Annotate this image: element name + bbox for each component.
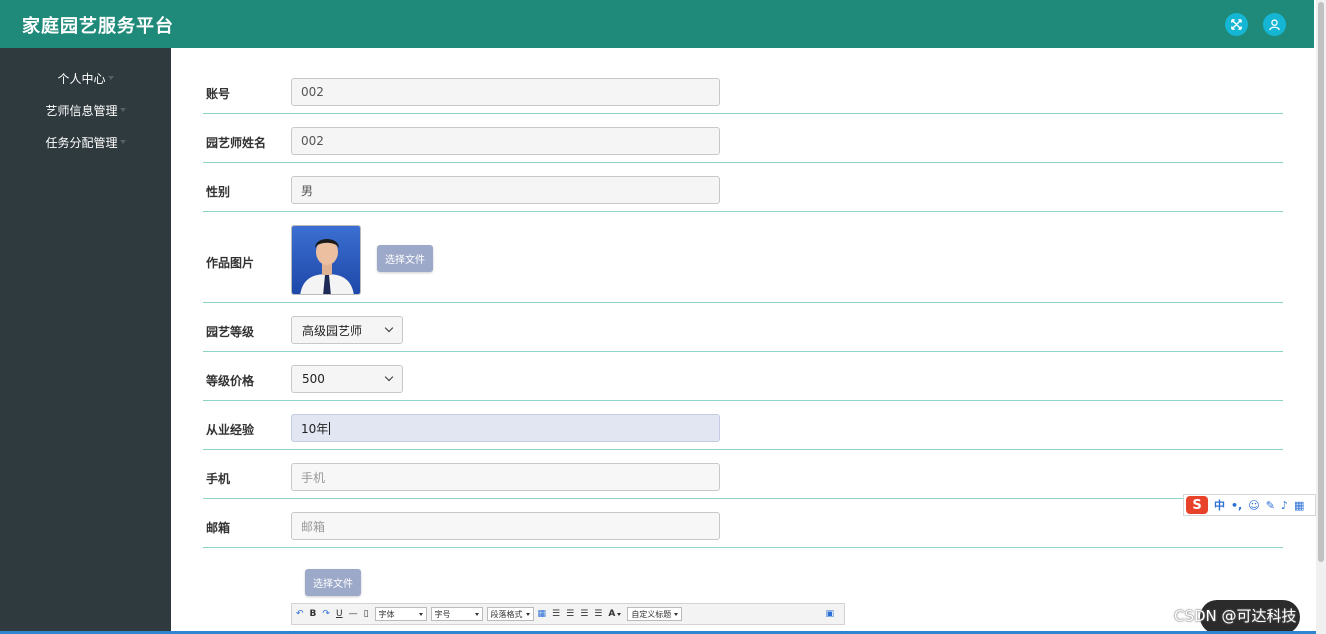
chevron-down-icon: [418, 612, 423, 616]
form-row-gender: 性别 男: [203, 168, 1283, 212]
level-label: 园艺等级: [206, 325, 255, 339]
chevron-down-icon: [119, 108, 126, 112]
level-select-value: 高级园艺师: [302, 323, 363, 338]
sidebar: 个人中心 艺师信息管理 任务分配管理: [0, 48, 171, 634]
form-row-level: 园艺等级 高级园艺师: [203, 308, 1283, 352]
font-size-label: 字号: [434, 609, 451, 619]
align-left-icon[interactable]: ☰: [552, 609, 560, 619]
fullscreen-icon[interactable]: [1225, 13, 1248, 36]
phone-label: 手机: [206, 472, 231, 486]
font-family-dropdown[interactable]: 字体: [374, 607, 427, 621]
chevron-down-icon: [617, 612, 622, 616]
experience-input[interactable]: 10年: [291, 414, 720, 442]
font-color-button[interactable]: A: [608, 609, 622, 619]
watermark: CSDN @可达科技: [1174, 607, 1297, 625]
account-input[interactable]: 002: [291, 78, 720, 106]
experience-value: 10年: [301, 421, 329, 436]
name-input[interactable]: 002: [291, 127, 720, 155]
align-center-icon[interactable]: ☰: [566, 609, 574, 619]
chevron-down-icon: [107, 76, 114, 80]
chevron-down-icon: [525, 612, 530, 616]
form-row-experience: 从业经验 10年: [203, 406, 1283, 450]
paragraph-label: 段落格式: [490, 609, 523, 619]
sidebar-item-label: 任务分配管理: [45, 135, 118, 150]
table-icon[interactable]: ▦: [538, 609, 547, 619]
sidebar-item-artist-management[interactable]: 艺师信息管理: [0, 98, 171, 122]
phone-input[interactable]: 手机: [291, 463, 720, 491]
experience-label: 从业经验: [206, 423, 255, 437]
price-select[interactable]: 500: [291, 365, 403, 393]
grid-icon[interactable]: ▦: [1294, 499, 1304, 512]
choose-photo-button[interactable]: 选择文件: [377, 245, 433, 272]
app-title: 家庭园艺服务平台: [22, 16, 174, 37]
scrollbar-thumb[interactable]: [1318, 2, 1324, 562]
chevron-down-icon: [674, 612, 679, 616]
ime-toolbar: S 中 •, ☺ ✎ ♪ ▦: [1183, 494, 1316, 516]
name-label: 园艺师姓名: [206, 136, 267, 150]
paragraph-dropdown[interactable]: 段落格式: [486, 607, 534, 621]
form-row-account: 账号 002: [203, 70, 1283, 114]
undo-icon[interactable]: ↶: [296, 609, 304, 619]
main-content: 账号 002 园艺师姓名 002 性别 男 作品图片 选择文件 园艺等级 高级园…: [171, 48, 1314, 634]
pen-icon[interactable]: ✎: [1266, 499, 1275, 512]
form-row-phone: 手机 手机: [203, 455, 1283, 499]
sidebar-item-label: 艺师信息管理: [45, 103, 118, 118]
emoji-icon[interactable]: ☺: [1248, 499, 1259, 512]
photo-label: 作品图片: [206, 256, 255, 270]
sidebar-item-label: 个人中心: [57, 71, 106, 86]
chevron-down-icon: [474, 612, 479, 616]
redo-icon[interactable]: ↷: [322, 609, 330, 619]
price-select-value: 500: [302, 372, 325, 386]
form-row-name: 园艺师姓名 002: [203, 119, 1283, 163]
chevron-down-icon: [119, 140, 126, 144]
sidebar-item-task-management[interactable]: 任务分配管理: [0, 130, 171, 154]
email-input[interactable]: 邮箱: [291, 512, 720, 540]
form-row-photo: 作品图片 选择文件: [203, 217, 1283, 303]
sidebar-item-personal-center[interactable]: 个人中心: [0, 66, 171, 90]
top-header: 家庭园艺服务平台: [0, 0, 1314, 48]
form-row-email: 邮箱 邮箱: [203, 504, 1283, 548]
font-family-label: 字体: [378, 609, 395, 619]
align-right-icon[interactable]: ☰: [580, 609, 588, 619]
text-cursor: [329, 421, 331, 435]
clear-format-icon[interactable]: ▯: [364, 609, 369, 619]
align-justify-icon[interactable]: ☰: [594, 609, 602, 619]
price-label: 等级价格: [206, 374, 255, 388]
gender-input[interactable]: 男: [291, 176, 720, 204]
editor-choose-file-button[interactable]: 选择文件: [305, 569, 361, 596]
email-label: 邮箱: [206, 521, 231, 535]
microphone-icon[interactable]: ♪: [1281, 499, 1288, 512]
font-size-dropdown[interactable]: 字号: [430, 607, 483, 621]
chevron-down-icon: [384, 372, 394, 382]
user-icon[interactable]: [1263, 13, 1286, 36]
sogou-logo-icon: S: [1186, 496, 1208, 514]
custom-heading-dropdown[interactable]: 自定义标题: [627, 607, 683, 621]
gender-label: 性别: [206, 185, 231, 199]
form-row-price: 等级价格 500: [203, 357, 1283, 401]
chevron-down-icon: [384, 323, 394, 333]
rich-text-toolbar: ↶ B ↷ U — ▯ 字体 字号 段落格式 ▦ ☰ ☰ ☰ ☰ A 自定义标题…: [291, 603, 845, 625]
portfolio-image: [291, 225, 361, 295]
account-label: 账号: [206, 87, 231, 101]
font-color-label: A: [608, 609, 616, 619]
underline-button[interactable]: U: [336, 609, 343, 619]
level-select[interactable]: 高级园艺师: [291, 316, 403, 344]
ime-mode-label[interactable]: 中: [1214, 497, 1225, 513]
bold-button[interactable]: B: [310, 609, 317, 619]
page-scrollbar[interactable]: [1316, 0, 1326, 634]
punctuation-icon[interactable]: •,: [1231, 499, 1242, 512]
horizontal-rule-icon[interactable]: —: [349, 609, 358, 619]
custom-heading-label: 自定义标题: [631, 609, 672, 619]
source-code-icon[interactable]: ▣: [825, 609, 834, 619]
